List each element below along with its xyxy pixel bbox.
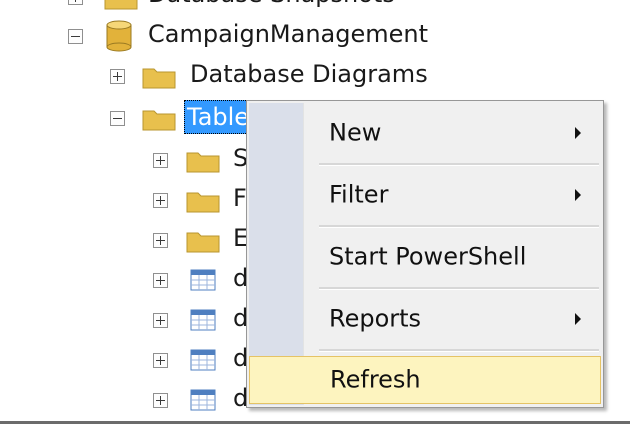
plus-expander-icon[interactable] [153, 153, 168, 168]
menu-item-label: Start PowerShell [329, 242, 527, 271]
minus-expander-icon[interactable] [110, 111, 125, 126]
context-menu: New Filter Start PowerShell Reports Refr… [246, 100, 604, 408]
menu-separator [319, 225, 599, 228]
submenu-arrow-icon [575, 189, 581, 201]
menu-item-label: Filter [329, 180, 389, 209]
menu-item-filter[interactable]: Filter [249, 167, 601, 223]
minus-expander-icon[interactable] [68, 29, 83, 44]
table-icon [190, 389, 216, 411]
menu-item-start-powershell[interactable]: Start PowerShell [249, 229, 601, 285]
folder-icon [142, 68, 176, 89]
folder-icon [142, 110, 176, 131]
tree-node-table[interactable]: d [0, 340, 250, 380]
tree-node-label: CampaignManagement [148, 20, 428, 48]
menu-item-new[interactable]: New [249, 105, 601, 161]
submenu-arrow-icon [575, 127, 581, 139]
table-icon [190, 309, 216, 331]
plus-expander-icon[interactable] [153, 273, 168, 288]
table-icon [190, 349, 216, 371]
tree-node-child[interactable]: F [0, 180, 250, 220]
tree-node-label: Database Snapshots [148, 0, 395, 8]
tree-node-label: F [233, 184, 247, 212]
menu-separator [319, 349, 599, 352]
plus-expander-icon[interactable] [68, 0, 83, 5]
folder-icon [186, 192, 220, 213]
database-cylinder-icon [106, 20, 132, 52]
submenu-arrow-icon [575, 313, 581, 325]
table-icon [190, 269, 216, 291]
tree-node-tables[interactable]: Tables [0, 98, 272, 138]
tree-node-campaignmanagement[interactable]: CampaignManagement [0, 16, 500, 56]
tree-node-table[interactable]: d [0, 260, 250, 300]
tree-node-label: Database Diagrams [190, 60, 428, 88]
folder-icon [104, 0, 138, 10]
plus-expander-icon[interactable] [153, 393, 168, 408]
folder-icon [186, 152, 220, 173]
plus-expander-icon[interactable] [153, 313, 168, 328]
menu-item-refresh[interactable]: Refresh [249, 356, 601, 404]
plus-expander-icon[interactable] [110, 69, 125, 84]
plus-expander-icon[interactable] [153, 233, 168, 248]
folder-icon [186, 232, 220, 253]
tree-node-table[interactable]: d [0, 300, 250, 340]
tree-node-child[interactable]: S [0, 140, 250, 180]
tree-node-database-diagrams[interactable]: Database Diagrams [0, 56, 500, 96]
menu-item-label: Reports [329, 304, 422, 333]
menu-separator [319, 163, 599, 166]
tree-node-child[interactable]: E [0, 220, 250, 260]
menu-item-reports[interactable]: Reports [249, 291, 601, 347]
plus-expander-icon[interactable] [153, 353, 168, 368]
menu-separator [319, 287, 599, 290]
menu-item-label: New [329, 118, 382, 147]
plus-expander-icon[interactable] [153, 193, 168, 208]
tree-node-table[interactable]: d [0, 380, 250, 420]
menu-item-label: Refresh [330, 365, 421, 394]
